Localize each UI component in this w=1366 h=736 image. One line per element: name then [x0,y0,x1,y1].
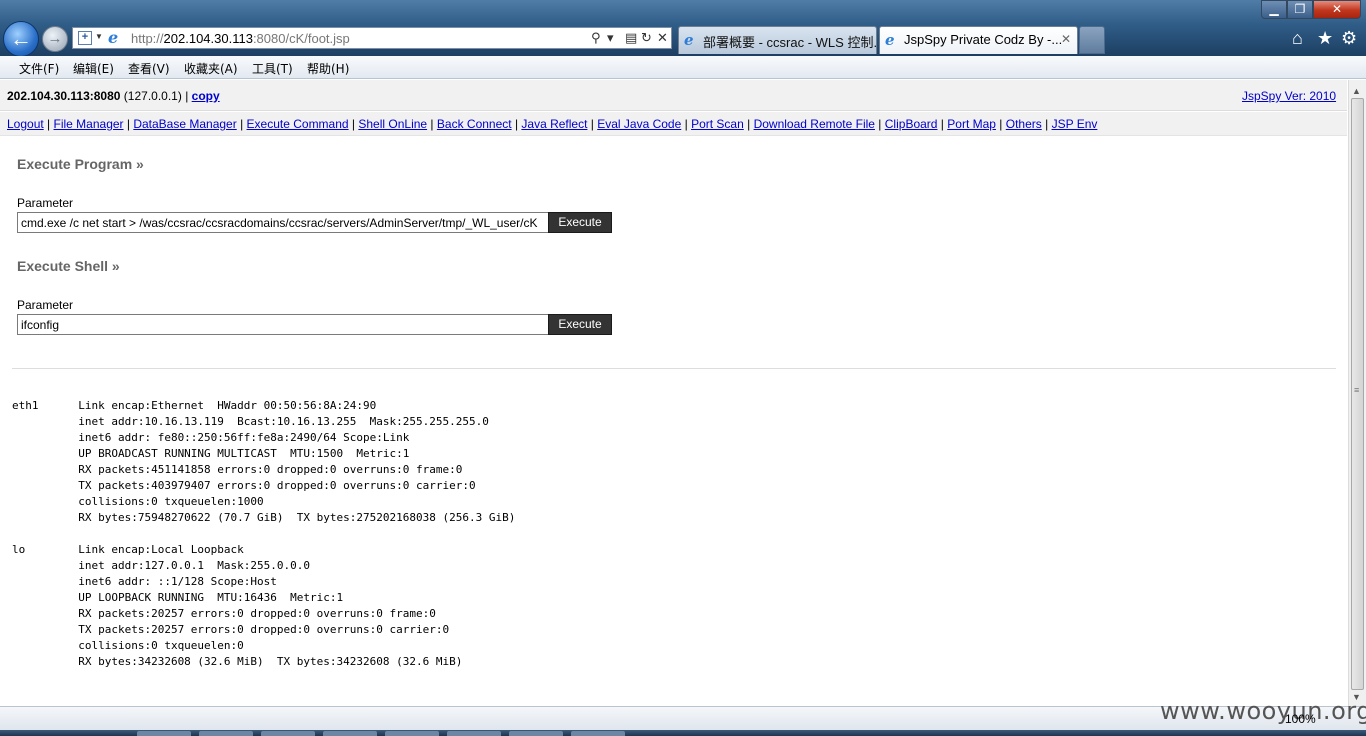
nav-separator: | [123,117,134,131]
address-bar[interactable]: + ▼ e http://202.104.30.113:8080/cK/foot… [72,27,672,49]
header-bar: 202.104.30.113:8080 (127.0.0.1) | copy J… [0,80,1347,111]
nav-link-download-remote-file[interactable]: Download Remote File [754,117,875,131]
execute-shell-button[interactable]: Execute [548,314,612,335]
taskbar-app[interactable] [447,731,501,736]
nav-link-clipboard[interactable]: ClipBoard [885,117,938,131]
menu-favorites[interactable]: 收藏夹(A) [184,60,238,77]
taskbar-app[interactable] [261,731,315,736]
nav-separator: | [348,117,359,131]
back-button[interactable]: ← [3,21,39,57]
scroll-up-icon[interactable]: ▲ [1352,86,1361,96]
address-url[interactable]: http://202.104.30.113:8080/cK/foot.jsp [131,31,350,46]
watermark: www.wooyun.org [1160,697,1366,725]
forward-button[interactable]: → [42,26,68,52]
grip-icon: ≡ [1354,385,1360,395]
nav-link-back-connect[interactable]: Back Connect [437,117,512,131]
nav-link-port-map[interactable]: Port Map [947,117,996,131]
page-content: 202.104.30.113:8080 (127.0.0.1) | copy J… [0,80,1347,706]
program-parameter-input[interactable] [17,212,549,233]
local-ip: (127.0.0.1) [123,89,182,103]
menu-file[interactable]: 文件(F) [19,60,59,77]
favorites-star-icon[interactable]: ★ [1317,28,1333,49]
ie-tab-icon: e [684,31,694,49]
status-bar: www.wooyun.org 100% [0,697,1366,730]
execute-program-button[interactable]: Execute [548,212,612,233]
dropdown-caret-icon[interactable]: ▼ [95,32,103,41]
nav-link-logout[interactable]: Logout [7,117,44,131]
nav-separator: | [874,117,885,131]
nav-separator: | [995,117,1006,131]
search-icon[interactable]: ⚲ [591,30,601,46]
browser-title-bar: ▁ ❐ ✕ ← → + ▼ e http://202.104.30.113:80… [0,0,1366,57]
maximize-button[interactable]: ❐ [1287,0,1313,19]
version-link[interactable]: JspSpy Ver: 2010 [1242,89,1336,103]
nav-link-eval-java-code[interactable]: Eval Java Code [597,117,681,131]
zoom-level[interactable]: 100% [1285,712,1316,726]
compatibility-view-icon[interactable]: + [78,31,92,45]
separator: | [185,89,189,103]
tools-gear-icon[interactable]: ⚙ [1341,28,1357,49]
nav-link-others[interactable]: Others [1006,117,1042,131]
host-address: 202.104.30.113:8080 [7,89,121,103]
back-arrow-icon: ← [10,26,32,51]
nav-separator: | [587,117,598,131]
nav-link-database-manager[interactable]: DataBase Manager [133,117,236,131]
taskbar-app[interactable] [323,731,377,736]
menu-bar: 文件(F) 编辑(E) 查看(V) 收藏夹(A) 工具(T) 帮助(H) [0,56,1366,79]
menu-help[interactable]: 帮助(H) [307,60,349,77]
taskbar-app[interactable] [509,731,563,736]
close-window-button[interactable]: ✕ [1313,0,1361,19]
menu-view[interactable]: 查看(V) [128,60,170,77]
command-output: eth1 Link encap:Ethernet HWaddr 00:50:56… [12,399,516,668]
home-icon[interactable]: ⌂ [1292,28,1303,49]
address-dropdown-icon[interactable]: ▾ [607,30,614,46]
scroll-thumb[interactable]: ≡ [1351,98,1364,690]
menu-tools[interactable]: 工具(T) [252,60,293,77]
taskbar-app[interactable] [385,731,439,736]
nav-separator: | [236,117,247,131]
nav-link-jsp-env[interactable]: JSP Env [1052,117,1098,131]
nav-separator: | [43,117,54,131]
nav-separator: | [1041,117,1052,131]
menu-edit[interactable]: 编辑(E) [73,60,114,77]
execute-program-title: Execute Program » [17,156,144,172]
host-info: 202.104.30.113:8080 (127.0.0.1) | copy [7,89,220,103]
execute-shell-title: Execute Shell » [17,258,120,274]
shell-parameter-input[interactable] [17,314,549,335]
divider [12,368,1336,369]
taskbar [0,730,1366,736]
tab-jspspy[interactable]: e JspSpy Private Codz By -... ✕ [879,26,1078,54]
ie-page-icon: e [108,28,119,47]
close-tab-icon[interactable]: ✕ [1061,32,1071,46]
shell-parameter-label: Parameter [17,298,74,312]
nav-link-execute-command[interactable]: Execute Command [247,117,349,131]
vertical-scrollbar[interactable]: ▲ ≡ ▼ [1348,80,1366,706]
nav-separator: | [511,117,522,131]
program-parameter-label: Parameter [17,196,74,210]
taskbar-app[interactable] [199,731,253,736]
tab-label: JspSpy Private Codz By -... [904,32,1063,47]
nav-separator: | [937,117,948,131]
minimize-button[interactable]: ▁ [1261,0,1287,19]
stop-icon[interactable]: ✕ [657,30,668,46]
nav-separator: | [743,117,754,131]
nav-links: Logout | File Manager | DataBase Manager… [7,117,1097,131]
nav-link-file-manager[interactable]: File Manager [54,117,124,131]
nav-separator: | [681,117,692,131]
nav-bar: Logout | File Manager | DataBase Manager… [0,112,1347,136]
tab-deploy-summary[interactable]: e 部署概要 - ccsrac - WLS 控制... [678,26,877,54]
tab-label: 部署概要 - ccsrac - WLS 控制... [703,35,877,50]
new-tab-button[interactable] [1079,26,1105,54]
taskbar-app[interactable] [571,731,625,736]
nav-link-java-reflect[interactable]: Java Reflect [521,117,587,131]
forward-arrow-icon: → [47,30,63,47]
refresh-icon[interactable]: ↻ [641,30,652,46]
taskbar-app[interactable] [137,731,191,736]
copy-link[interactable]: copy [192,89,220,103]
compat-view-icon[interactable]: ▤ [625,30,637,46]
nav-link-port-scan[interactable]: Port Scan [691,117,744,131]
nav-link-shell-online[interactable]: Shell OnLine [358,117,427,131]
ie-tab-icon: e [885,31,895,49]
nav-separator: | [427,117,437,131]
